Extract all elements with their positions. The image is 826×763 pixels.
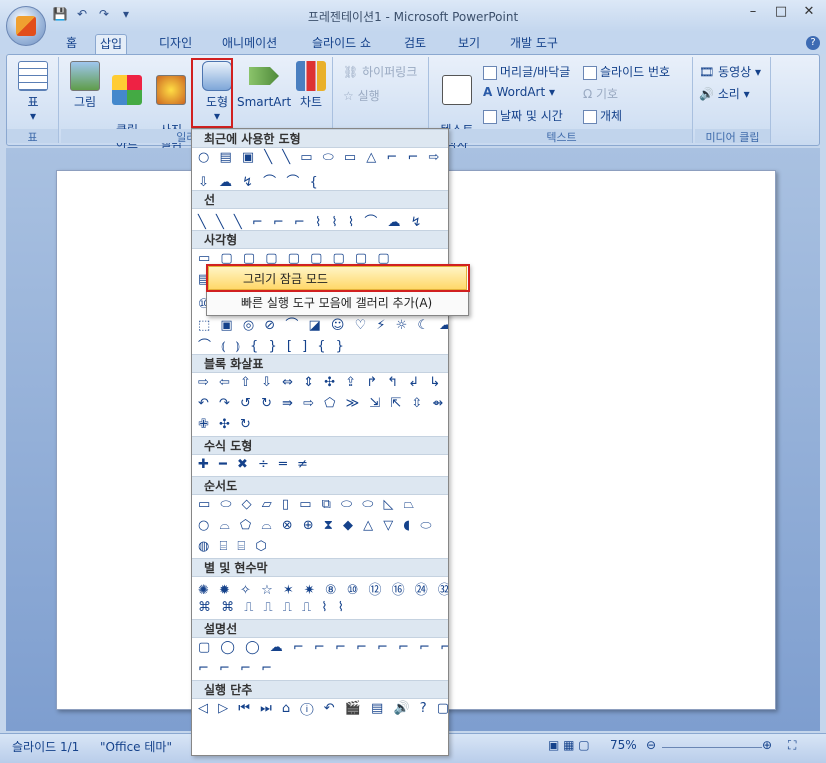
tab-animation[interactable]: 애니메이션 [218, 34, 281, 54]
chart-icon [296, 61, 326, 91]
symbol-button[interactable]: Ω 기호 [583, 85, 618, 102]
office-logo-icon [16, 16, 36, 36]
gallery-section-header: 수식 도형 [192, 436, 448, 455]
gallery-section-header: 블록 화살표 [192, 354, 448, 373]
slide-number-icon [583, 65, 597, 80]
gallery-row: ▭ ⬭ ◇ ▱ ▯ ▭ ⧉ ⬭ ⬭ ◺ ⏢ [198, 497, 418, 512]
gallery-row: ⇨ ⇦ ⇧ ⇩ ⇔ ⇕ ✣ ⇪ ↱ ↰ ↲ ↳ [198, 375, 444, 390]
shapes-button-highlight [191, 58, 233, 128]
close-button[interactable]: ✕ [798, 4, 820, 22]
object-icon [583, 109, 597, 124]
gallery-section-header: 선 [192, 190, 448, 209]
tab-slideshow[interactable]: 슬라이드 쇼 [308, 34, 375, 54]
calendar-icon [483, 109, 497, 124]
table-icon [18, 61, 48, 91]
table-group-label: 표 [7, 129, 58, 144]
object-button[interactable]: 개체 [583, 107, 622, 124]
gallery-row: ✚ ━ ✖ ÷ ═ ≠ [198, 457, 311, 472]
view-buttons[interactable]: ▣ ▦ ▢ [548, 738, 590, 752]
header-footer-icon [483, 65, 497, 80]
hyperlink-icon: ⛓ [343, 65, 363, 79]
gallery-section-header: 최근에 사용한 도형 [192, 129, 448, 148]
picture-icon [70, 61, 100, 91]
help-icon[interactable]: ? [806, 36, 820, 50]
gallery-row: ◁ ▷ ⏮ ⏭ ⌂ ⓘ ↶ 🎬 ▤ 🔊 ? ▢ [198, 701, 449, 716]
smartart-button[interactable]: SmartArt [237, 61, 291, 109]
gallery-section-header: 별 및 현수막 [192, 558, 448, 577]
clipart-icon [112, 75, 142, 105]
gallery-row: ○ ▤ ▣ ╲ ╲ ▭ ⬭ ▭ △ ⌐ ⌐ ⇨ [198, 150, 443, 165]
textbox-icon [442, 75, 472, 105]
gallery-row: ⇩ ☁ ↯ ⌒ ⌒ { [198, 175, 321, 190]
tab-home[interactable]: 홈 [62, 34, 81, 54]
gallery-row: ▢ ◯ ◯ ☁ ⌐ ⌐ ⌐ ⌐ ⌐ ⌐ ⌐ ⌐ [198, 640, 449, 655]
gallery-row: ⌐ ⌐ ⌐ ⌐ [198, 661, 275, 676]
title-bar: 💾 ↶ ↷ ▾ 프레젠테이션1 - Microsoft PowerPoint –… [0, 0, 826, 32]
gallery-row: ╲ ╲ ╲ ⌐ ⌐ ⌐ ⌇ ⌇ ⌇ ⌒ ☁ ↯ [198, 215, 425, 230]
fit-window-icon[interactable]: ⛶ [788, 738, 796, 753]
gallery-row: ○ ⌓ ⬠ ⌓ ⊗ ⊕ ⧗ ◆ △ ▽ ◖ ⬭ [198, 518, 435, 533]
gallery-row: ✙ ✣ ↻ [198, 417, 254, 432]
window-title: 프레젠테이션1 - Microsoft PowerPoint [307, 10, 519, 24]
tab-insert[interactable]: 삽입 [95, 34, 128, 54]
movie-button[interactable]: 🎞 동영상 ▾ [699, 63, 761, 80]
zoom-in-icon[interactable]: ⊕ [762, 738, 772, 752]
hyperlink-button[interactable]: ⛓ 하이퍼링크 [343, 63, 417, 80]
smartart-icon [249, 67, 279, 85]
table-button[interactable]: 표 ▾ [15, 61, 51, 123]
wordart-button[interactable]: A WordArt ▾ [483, 85, 555, 99]
wordart-icon: A [483, 85, 497, 99]
zoom-level: 75% [610, 738, 637, 752]
gallery-section-header: 순서도 [192, 476, 448, 495]
datetime-button[interactable]: 날짜 및 시간 [483, 107, 563, 124]
gallery-row: ↶ ↷ ↺ ↻ ⇛ ⇨ ⬠ ≫ ⇲ ⇱ ⇳ ⇴ [198, 396, 447, 411]
film-icon: 🎞 [699, 65, 719, 79]
action-button[interactable]: ☆ 실행 [343, 87, 380, 104]
gallery-section-header: 사각형 [192, 230, 448, 249]
table-group: 표 ▾ 표 [7, 57, 59, 144]
gallery-section-header: 설명선 [192, 619, 448, 638]
ribbon-tabs: 홈 삽입 디자인 애니메이션 슬라이드 쇼 검토 보기 개발 도구 ? [0, 32, 826, 54]
text-group: 텍스트 상자 머리글/바닥글 A WordArt ▾ 날짜 및 시간 슬라이드 … [431, 57, 693, 151]
speaker-icon: 🔊 [699, 87, 718, 101]
minimize-button[interactable]: – [742, 4, 764, 22]
media-group: 🎞 동영상 ▾ 🔊 소리 ▾ 미디어 클립 [695, 57, 771, 144]
omega-icon: Ω [583, 87, 596, 101]
add-gallery-to-qat-item[interactable]: 빠른 실행 도구 모음에 갤러리 추가(A) [207, 291, 468, 315]
tab-design[interactable]: 디자인 [155, 34, 196, 54]
shapes-gallery: 최근에 사용한 도형 ○ ▤ ▣ ╲ ╲ ▭ ⬭ ▭ △ ⌐ ⌐ ⇨ ⇩ ☁ ↯ ⌒… [191, 128, 449, 756]
photo-album-icon [156, 75, 186, 105]
text-group-label: 텍스트 [431, 129, 692, 144]
action-icon: ☆ [343, 89, 358, 103]
lock-mode-highlight [206, 264, 470, 292]
gallery-row: ✺ ✹ ✧ ☆ ✶ ✷ ⑧ ⑩ ⑫ ⑯ ㉔ ㉜ [198, 583, 449, 598]
gallery-row: ⌘ ⌘ ⎍ ⎍ ⎍ ⎍ ⌇ ⌇ [198, 600, 348, 615]
gallery-section-header: 실행 단추 [192, 680, 448, 699]
sound-button[interactable]: 🔊 소리 ▾ [699, 85, 750, 102]
theme-name: "Office 테마" [100, 740, 172, 754]
header-footer-button[interactable]: 머리글/바닥글 [483, 63, 570, 80]
slide-counter: 슬라이드 1/1 [12, 740, 80, 754]
tab-review[interactable]: 검토 [400, 34, 430, 54]
media-group-label: 미디어 클립 [695, 129, 770, 144]
picture-button[interactable]: 그림 [67, 61, 103, 109]
tab-developer[interactable]: 개발 도구 [506, 34, 562, 54]
gallery-row: ◍ ⌸ ⌸ ⬡ [198, 539, 270, 554]
gallery-row: ⌒ ⦅ ⦆ { } [ ] { } [198, 339, 347, 354]
maximize-button[interactable]: □ [770, 4, 792, 22]
zoom-out-icon[interactable]: ⊖ [646, 738, 656, 752]
chart-button[interactable]: 차트 [293, 61, 329, 109]
office-button[interactable] [6, 6, 46, 46]
tab-view[interactable]: 보기 [454, 34, 484, 54]
slide-number-button[interactable]: 슬라이드 번호 [583, 63, 670, 80]
zoom-slider[interactable] [662, 747, 762, 748]
